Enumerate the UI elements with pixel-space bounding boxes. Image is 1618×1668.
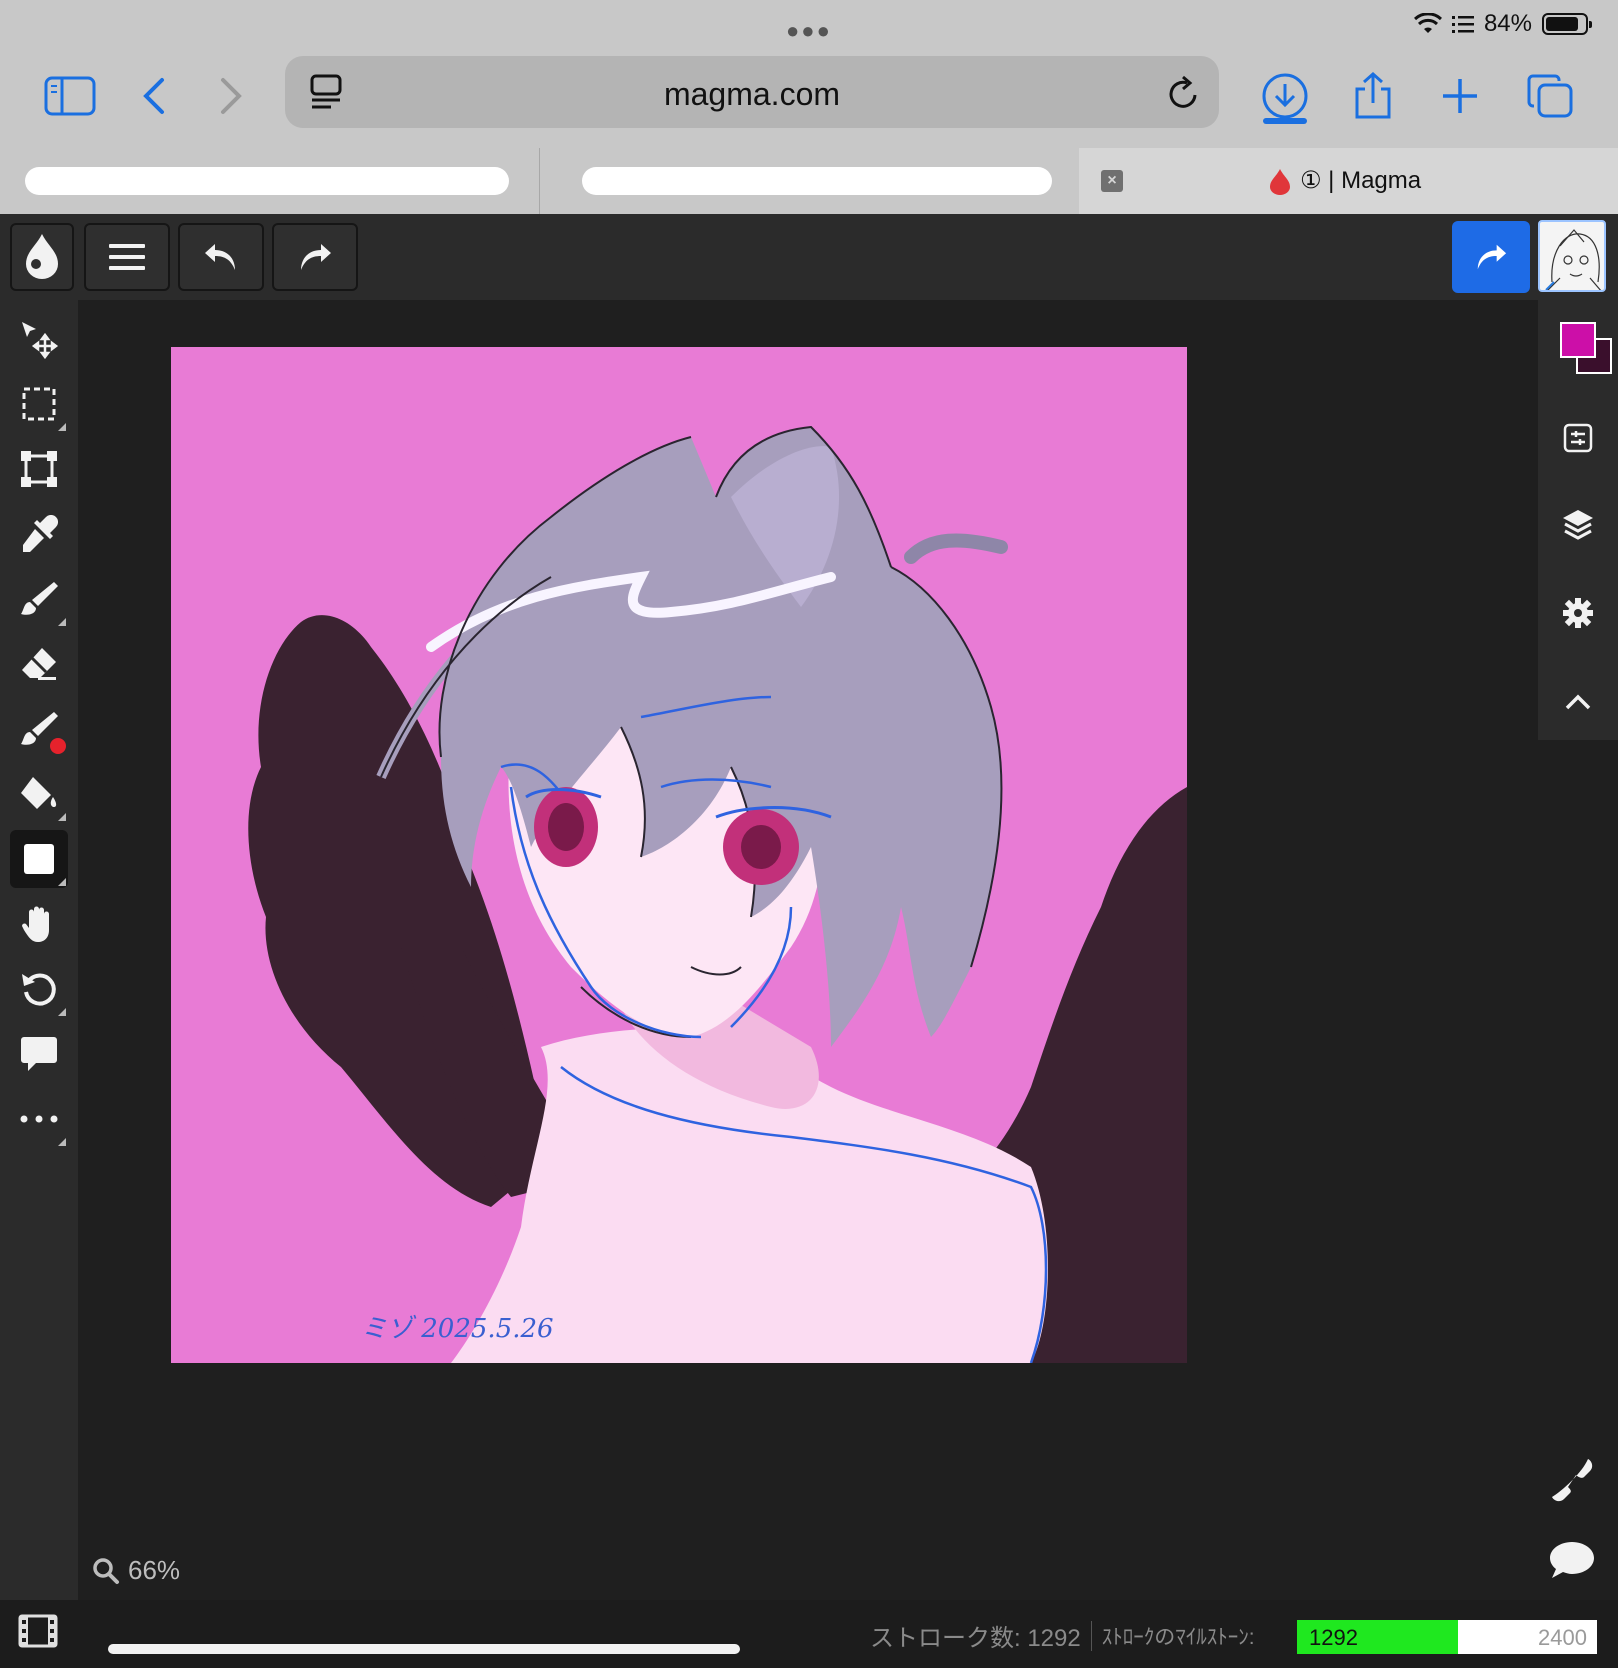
settings-icon	[1563, 598, 1593, 628]
comment-icon	[21, 1037, 57, 1071]
more-tools[interactable]	[10, 1090, 68, 1148]
brush-icon	[21, 582, 58, 615]
chat-icon[interactable]	[1548, 1540, 1596, 1580]
active-tab-title: ① | Magma	[1300, 167, 1422, 194]
drawing-canvas[interactable]: ミゾ 2025.5.26	[171, 347, 1187, 1363]
transform-icon	[21, 451, 57, 487]
zoom-level: 66%	[128, 1555, 181, 1585]
settings-button[interactable]	[1548, 583, 1608, 643]
menu-icon	[109, 244, 145, 270]
downloads-indicator	[1263, 118, 1307, 124]
adjustments-icon	[1563, 423, 1593, 453]
share-canvas-button[interactable]	[1452, 221, 1530, 293]
redo-icon	[301, 244, 331, 270]
magma-favicon-icon	[1270, 168, 1290, 195]
move-tool[interactable]	[10, 310, 68, 368]
brush-tool[interactable]	[10, 570, 68, 628]
stroke-current: 1292	[1309, 1625, 1358, 1650]
battery-percent: 84%	[1483, 10, 1532, 37]
timelapse-film-icon[interactable]	[18, 1614, 58, 1648]
fill-bucket-icon	[21, 777, 57, 809]
forward-icon[interactable]	[200, 68, 260, 124]
redo-button[interactable]	[272, 223, 358, 291]
redacted-tab-title	[25, 167, 509, 195]
eyedropper-icon	[23, 515, 58, 552]
wifi-icon	[1413, 13, 1442, 33]
reload-icon[interactable]	[1165, 74, 1201, 112]
home-indicator[interactable]	[108, 1644, 740, 1654]
artist-signature: ミゾ 2025.5.26	[361, 1314, 554, 1344]
address-bar[interactable]: magma.com	[285, 56, 1219, 128]
hand-tool[interactable]	[10, 895, 68, 953]
right-panel	[1538, 300, 1618, 740]
magma-logo-button[interactable]	[10, 223, 74, 291]
eyedropper-tool[interactable]	[10, 505, 68, 563]
sidebar-icon[interactable]	[40, 68, 100, 124]
new-tab-icon[interactable]	[1430, 68, 1490, 124]
zoom-indicator[interactable]: 66%	[92, 1555, 180, 1586]
app-header	[0, 214, 1618, 300]
selection-icon	[22, 387, 56, 421]
fill-tool[interactable]	[10, 765, 68, 823]
screen: ●●● 84% magma.com × ① | Magma ミゾ 2025.5.…	[0, 0, 1618, 1668]
downloads-icon[interactable]	[1255, 68, 1315, 124]
selection-tool[interactable]	[10, 375, 68, 433]
tab-close-icon[interactable]: ×	[1101, 170, 1123, 192]
status-bar: ●●● 84%	[0, 0, 1618, 50]
layers-icon	[1563, 510, 1593, 540]
bottom-bar: ストローク数: 1292 ｽﾄﾛｰｸのﾏｲﾙｽﾄｰﾝ: 1292 2400	[0, 1600, 1618, 1668]
rotate-icon	[22, 973, 56, 1006]
hand-icon	[22, 906, 49, 942]
tab-2[interactable]	[582, 148, 1052, 214]
transform-tool[interactable]	[10, 440, 68, 498]
shape-tool[interactable]	[10, 830, 68, 888]
smudge-active-dot	[50, 738, 66, 754]
rotate-tool[interactable]	[10, 960, 68, 1018]
user-avatar[interactable]	[1538, 220, 1606, 292]
share-arrow-icon	[1477, 244, 1507, 270]
tool-palette	[0, 300, 78, 1600]
stroke-count: ストローク数: 1292	[870, 1625, 1081, 1652]
color-swatch[interactable]	[1548, 300, 1612, 380]
eraser-icon	[22, 648, 56, 680]
stroke-target: 2400	[1538, 1625, 1587, 1650]
search-icon	[93, 1557, 119, 1584]
tab-bar: × ① | Magma	[0, 148, 1618, 214]
comment-tool[interactable]	[10, 1025, 68, 1083]
more-icon	[20, 1115, 58, 1123]
tab-overview-icon[interactable]	[1520, 68, 1580, 124]
smudge-tool[interactable]	[10, 700, 68, 758]
magma-logo-icon	[26, 234, 58, 279]
redacted-tab-title	[582, 167, 1052, 195]
adjustments-button[interactable]	[1548, 408, 1608, 468]
collapse-panel-button[interactable]	[1548, 672, 1608, 732]
undo-button[interactable]	[178, 223, 264, 291]
move-icon	[22, 322, 59, 359]
back-icon[interactable]	[125, 68, 185, 124]
tab-1[interactable]	[25, 148, 509, 214]
url-text: magma.com	[663, 76, 841, 112]
avatar-sketch-icon	[1545, 229, 1602, 290]
menu-button[interactable]	[84, 223, 170, 291]
stroke-milestone-label: ｽﾄﾛｰｸのﾏｲﾙｽﾄｰﾝ:	[1101, 1625, 1255, 1649]
layers-button[interactable]	[1548, 495, 1608, 555]
collapse-icon	[1565, 694, 1591, 710]
browser-toolbar: magma.com	[0, 50, 1618, 148]
undo-icon	[205, 244, 235, 270]
stroke-milestone-progress: 1292 2400	[1297, 1620, 1597, 1654]
phone-icon[interactable]	[1548, 1455, 1596, 1503]
list-icon	[1451, 16, 1474, 33]
multitasking-dots-icon[interactable]: ●●●	[786, 18, 832, 44]
shape-icon	[24, 844, 54, 874]
artwork: ミゾ 2025.5.26	[248, 425, 1187, 1363]
foreground-color[interactable]	[1560, 322, 1596, 358]
battery-icon	[1542, 13, 1592, 35]
eraser-tool[interactable]	[10, 635, 68, 693]
share-icon[interactable]	[1343, 68, 1403, 124]
